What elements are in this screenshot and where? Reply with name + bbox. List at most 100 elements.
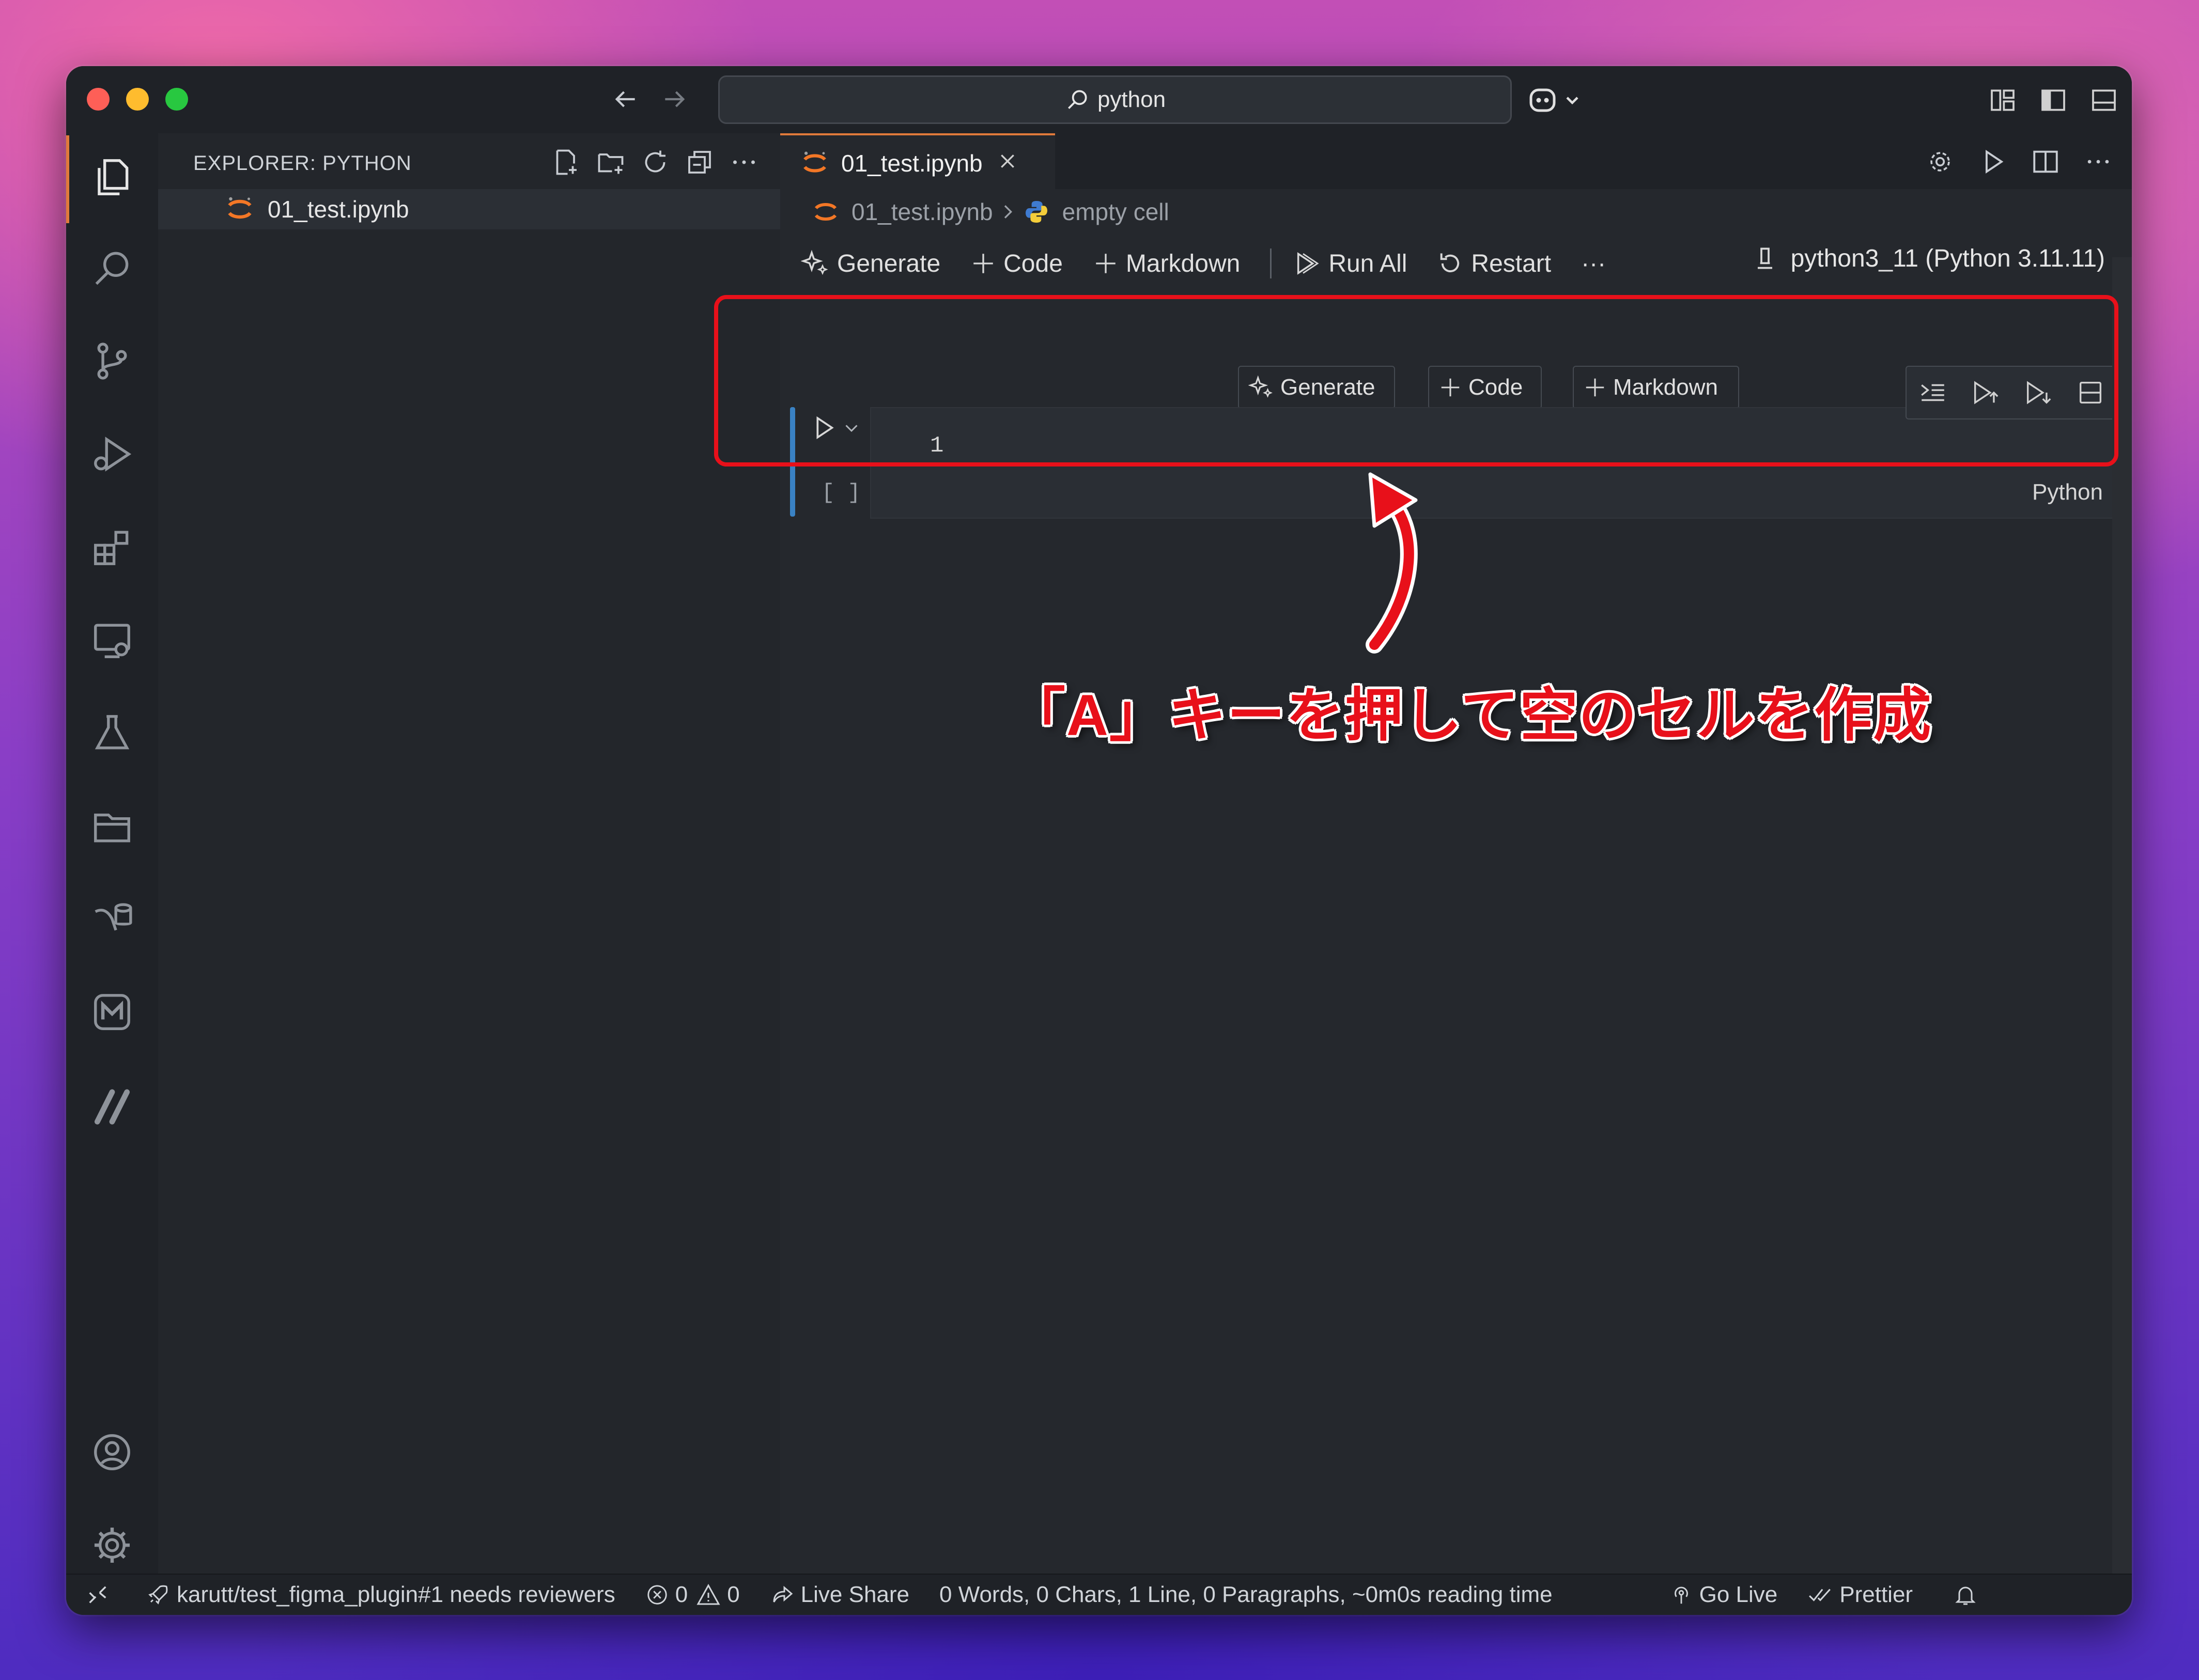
split-editor-icon[interactable] (2031, 147, 2061, 177)
explorer-icon[interactable] (89, 154, 135, 200)
execution-count: [ ] (822, 480, 861, 505)
more-actions-icon[interactable] (2083, 147, 2113, 177)
kernel-icon (1757, 247, 1772, 269)
chevron-right-icon (1004, 205, 1012, 219)
errors-count: 0 (675, 1582, 688, 1607)
explorer-title: EXPLORER: PYTHON (193, 152, 412, 175)
word-count[interactable]: 0 Words, 0 Chars, 1 Line, 0 Paragraphs, … (939, 1582, 1553, 1608)
remote-icon (89, 1586, 106, 1604)
toolbar-divider (1270, 248, 1272, 278)
go-live-label: Go Live (1699, 1582, 1778, 1607)
close-window-button[interactable] (87, 88, 110, 111)
command-center-label: python (1097, 87, 1166, 112)
plus-icon (973, 254, 993, 273)
breadcrumb: 01_test.ipynb empty cell (811, 197, 1169, 226)
run-icon[interactable] (1978, 147, 2008, 177)
run-all-label: Run All (1328, 250, 1407, 277)
remote-indicator[interactable] (86, 1583, 116, 1607)
code-label: Code (1003, 250, 1063, 277)
slashes-extension-icon[interactable] (89, 1082, 135, 1128)
cell-language[interactable]: Python (2032, 479, 2103, 505)
generate-label: Generate (837, 250, 941, 277)
run-all-button[interactable]: Run All (1292, 249, 1407, 278)
pull-request-status[interactable]: karutt/test_figma_plugin#1 needs reviewe… (146, 1582, 615, 1608)
toolbar-more-button[interactable]: ··· (1581, 250, 1606, 278)
jupyter-file-icon (228, 197, 252, 219)
prettier-status[interactable]: Prettier (1807, 1582, 1913, 1608)
back-arrow-icon[interactable] (611, 85, 640, 118)
gear-icon[interactable] (1925, 147, 1955, 177)
run-debug-icon[interactable] (89, 431, 135, 477)
jupyter-file-icon (814, 203, 837, 221)
mysql-database-icon[interactable] (89, 896, 135, 942)
markdown-label: Markdown (1125, 250, 1241, 277)
breadcrumb-file[interactable]: 01_test.ipynb (851, 198, 993, 226)
add-markdown-cell-button[interactable]: Markdown (1093, 250, 1240, 278)
generate-button[interactable]: Generate (801, 249, 940, 278)
sparkle-icon (801, 250, 828, 275)
minimize-window-button[interactable] (126, 88, 149, 111)
warning-icon (696, 1583, 720, 1605)
rocket-icon (148, 1585, 168, 1605)
accounts-icon[interactable] (89, 1429, 135, 1475)
share-arrow-icon (773, 1585, 793, 1603)
search-icon (1067, 90, 1087, 109)
kernel-label: python3_11 (Python 3.11.11) (1790, 244, 2105, 272)
explorer-actions (551, 147, 760, 178)
new-file-icon[interactable] (551, 147, 582, 178)
live-share-button[interactable]: Live Share (770, 1582, 909, 1608)
collapse-all-icon[interactable] (684, 147, 715, 178)
file-item-01-test-ipynb[interactable]: 01_test.ipynb (158, 189, 780, 229)
python-icon (1025, 201, 1047, 223)
live-share-label: Live Share (800, 1582, 910, 1607)
prettier-label: Prettier (1839, 1582, 1913, 1607)
tab-01-test-ipynb[interactable]: 01_test.ipynb (780, 133, 1055, 191)
annotation-arrow (1366, 472, 1418, 654)
jupyter-file-icon (803, 151, 826, 173)
go-live-button[interactable]: Go Live (1669, 1582, 1778, 1608)
explorer-sidebar: EXPLORER: PYTHON 01_test.ipynb (158, 133, 781, 1575)
activity-bar (66, 133, 158, 1575)
new-folder-icon[interactable] (595, 147, 626, 178)
editor-actions (1925, 147, 2113, 177)
extensions-icon[interactable] (89, 524, 135, 570)
bell-icon (1955, 1586, 1976, 1605)
kernel-picker[interactable]: python3_11 (Python 3.11.11) (1751, 244, 2105, 273)
warnings-count: 0 (727, 1582, 740, 1607)
toggle-panel-icon[interactable] (2089, 86, 2118, 117)
status-bar: karutt/test_figma_plugin#1 needs reviewe… (66, 1574, 2132, 1615)
restart-button[interactable]: Restart (1437, 250, 1551, 278)
editor-tabs: 01_test.ipynb (780, 133, 2132, 191)
more-actions-icon[interactable] (729, 147, 760, 178)
plus-icon (1096, 254, 1116, 273)
restart-label: Restart (1471, 250, 1552, 277)
toggle-primary-sidebar-icon[interactable] (2039, 86, 2068, 117)
run-all-icon (1297, 252, 1319, 275)
close-tab-icon[interactable] (997, 149, 1018, 177)
problems-status[interactable]: 0 0 (645, 1582, 740, 1608)
tab-label: 01_test.ipynb (841, 150, 983, 177)
customize-layout-icon[interactable] (1988, 86, 2017, 117)
zoom-window-button[interactable] (165, 88, 188, 111)
remote-explorer-icon[interactable] (89, 617, 135, 663)
more-label: ··· (1581, 250, 1606, 277)
title-bar: python (66, 66, 2132, 134)
double-check-icon (1809, 1589, 1831, 1601)
error-icon (647, 1585, 667, 1605)
testing-flask-icon[interactable] (89, 710, 135, 756)
add-code-cell-button[interactable]: Code (970, 250, 1063, 278)
notifications-button[interactable] (1953, 1582, 1984, 1607)
restart-icon (1441, 253, 1460, 272)
copilot-icon[interactable] (1528, 86, 1585, 117)
refresh-icon[interactable] (640, 147, 671, 178)
manage-gear-icon[interactable] (89, 1522, 135, 1568)
active-indicator (66, 135, 69, 223)
markdown-preview-icon[interactable] (89, 989, 135, 1035)
breadcrumb-cell[interactable]: empty cell (1062, 198, 1169, 226)
highlight-box (714, 295, 2118, 466)
source-control-icon[interactable] (89, 338, 135, 384)
command-center-search[interactable]: python (718, 75, 1512, 124)
project-manager-folder-icon[interactable] (89, 803, 135, 849)
forward-arrow-icon[interactable] (660, 85, 689, 118)
search-icon[interactable] (89, 245, 135, 291)
